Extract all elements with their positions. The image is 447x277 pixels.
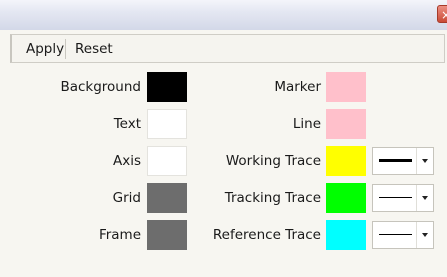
toolbar: Apply Reset <box>10 34 445 63</box>
reference-trace-color-swatch[interactable] <box>326 220 366 250</box>
text-color-label: Text <box>113 116 141 132</box>
background-color-swatch[interactable] <box>147 72 187 102</box>
line-style-preview <box>379 234 412 235</box>
reset-button[interactable]: Reset <box>75 38 113 60</box>
working-trace-color-swatch[interactable] <box>326 146 366 176</box>
grid-color-label: Grid <box>112 190 141 206</box>
line-style-preview <box>379 197 412 198</box>
tracking-trace-color-swatch[interactable] <box>326 183 366 213</box>
reference-trace-line-style-dropdown[interactable] <box>372 221 434 249</box>
text-color-swatch[interactable] <box>147 109 187 139</box>
frame-color-swatch[interactable] <box>147 220 187 250</box>
chevron-down-icon[interactable] <box>416 148 433 174</box>
close-button[interactable]: × <box>437 5 447 23</box>
axis-color-swatch[interactable] <box>147 146 187 176</box>
chevron-down-icon[interactable] <box>416 222 433 248</box>
background-color-label: Background <box>60 79 141 95</box>
chevron-down-icon[interactable] <box>416 185 433 211</box>
tracking-trace-color-label: Tracking Trace <box>224 190 321 206</box>
toolbar-separator <box>65 39 66 59</box>
working-trace-line-style-dropdown[interactable] <box>372 147 434 175</box>
reference-trace-color-label: Reference Trace <box>212 227 321 243</box>
axis-color-label: Axis <box>112 153 141 169</box>
title-bar: × <box>0 0 447 30</box>
marker-color-swatch[interactable] <box>326 72 366 102</box>
grid-color-swatch[interactable] <box>147 183 187 213</box>
color-settings-panel: Apply Reset Background Text Axis Grid Fr… <box>0 30 447 277</box>
line-color-swatch[interactable] <box>326 109 366 139</box>
apply-button[interactable]: Apply <box>26 38 64 60</box>
working-trace-color-label: Working Trace <box>225 153 321 169</box>
line-style-preview <box>379 159 412 162</box>
tracking-trace-line-style-dropdown[interactable] <box>372 184 434 212</box>
frame-color-label: Frame <box>98 227 141 243</box>
marker-color-label: Marker <box>274 79 321 95</box>
line-color-label: Line <box>292 116 321 132</box>
